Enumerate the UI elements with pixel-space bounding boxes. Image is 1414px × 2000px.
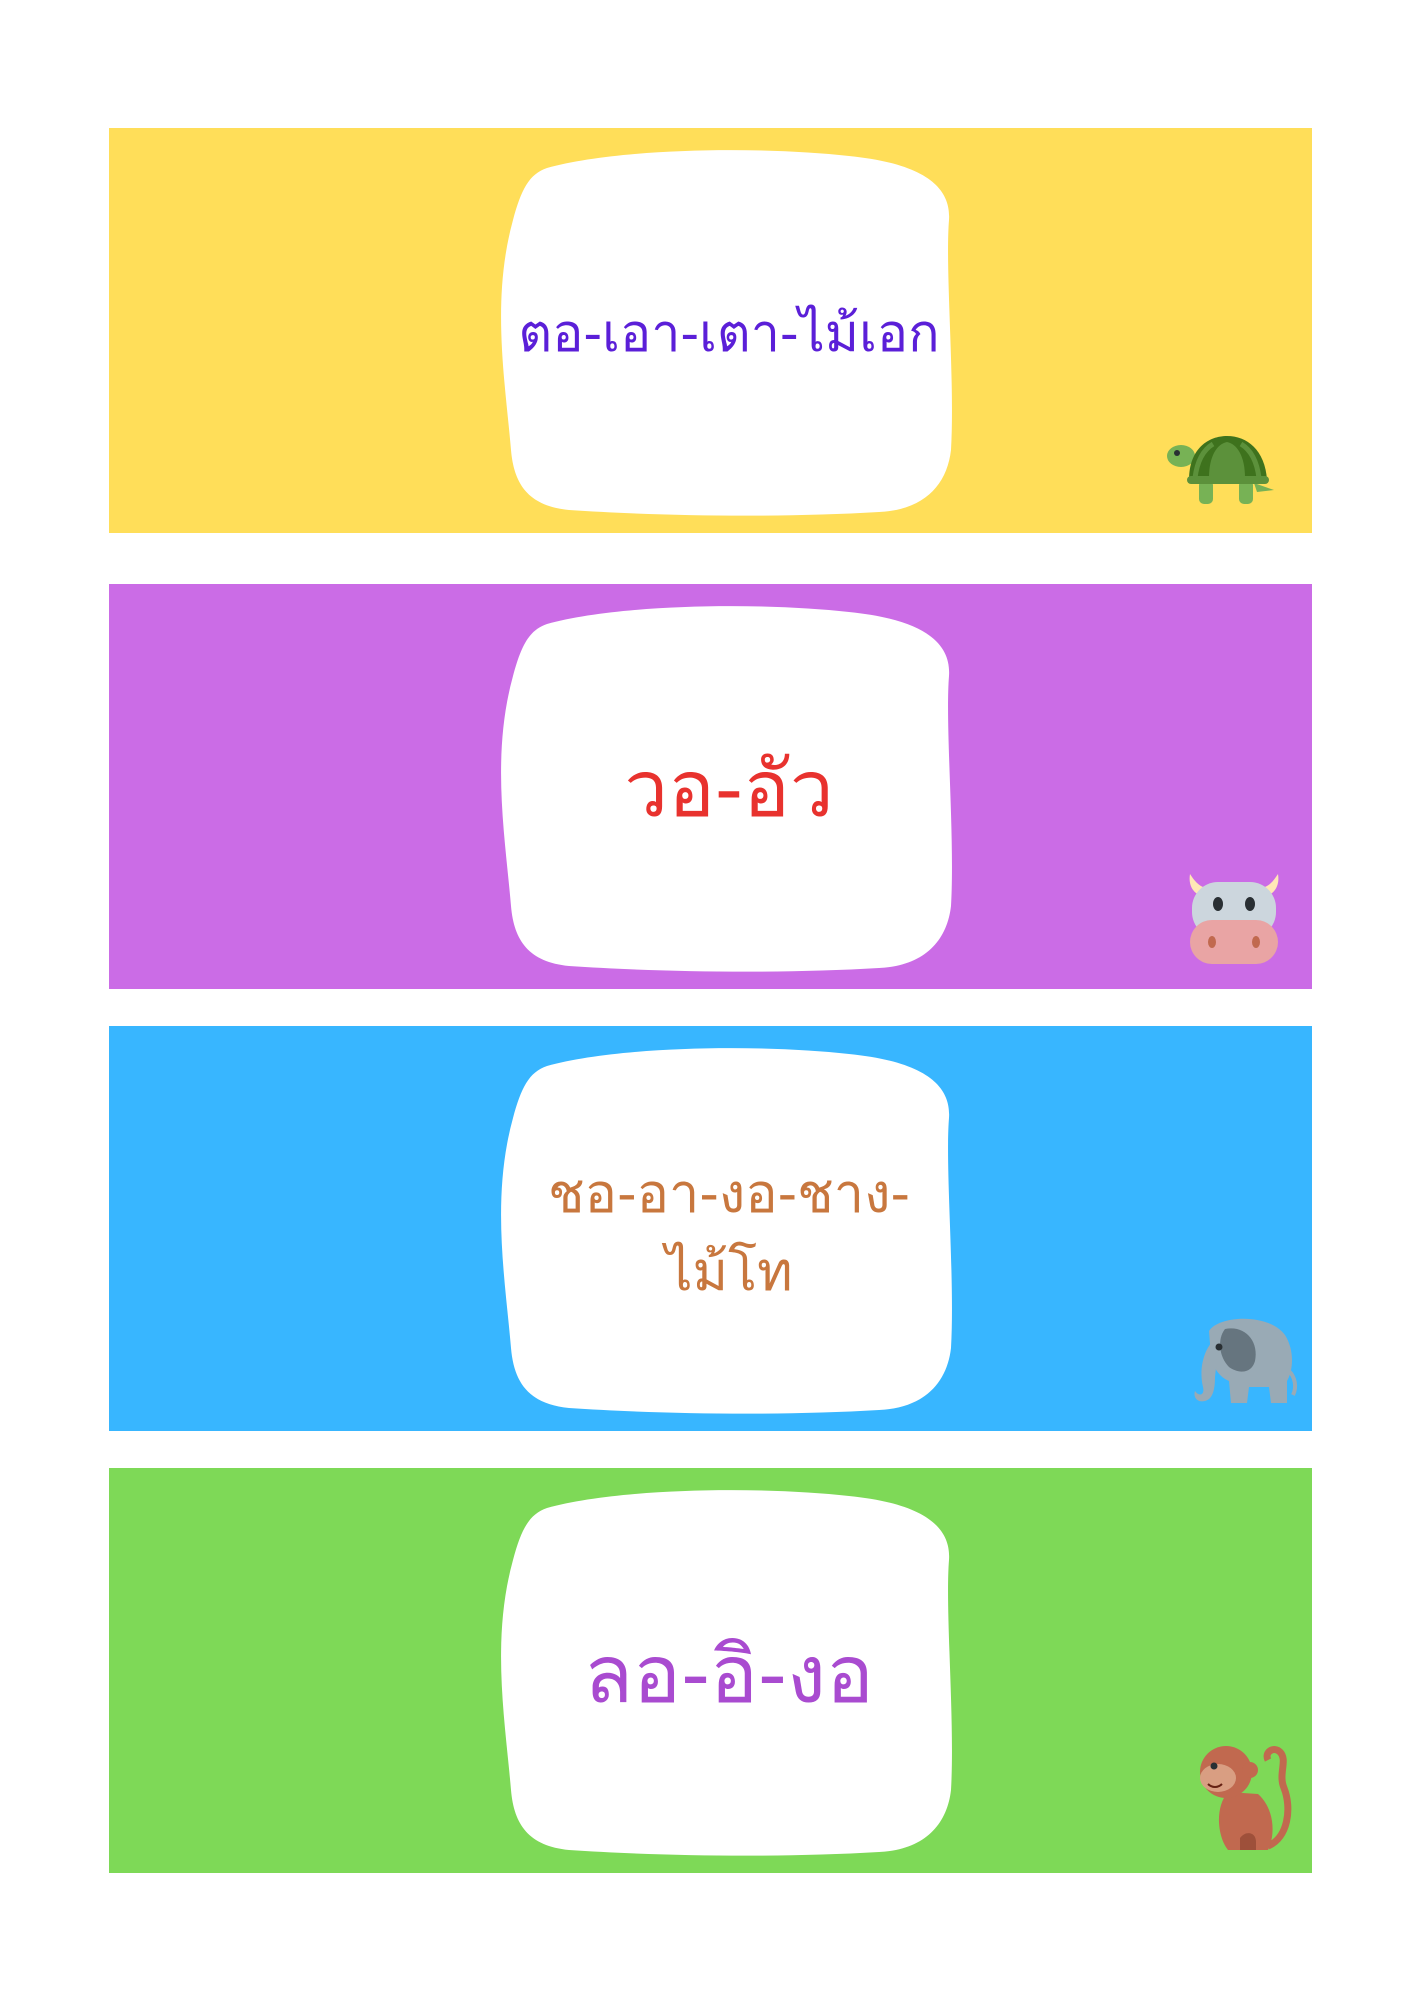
card-monkey: ลอ-อิ-งอ xyxy=(109,1468,1312,1873)
cow-icon xyxy=(1189,874,1279,964)
card-turtle: ตอ-เอา-เตา-ไม้เอก xyxy=(109,128,1312,533)
word-label: ชอ-อา-งอ-ชาง- ไม้โท xyxy=(548,1161,910,1303)
monkey-icon xyxy=(1200,1746,1292,1850)
elephant-icon xyxy=(1194,1318,1298,1403)
card-cow: วอ-อัว xyxy=(109,584,1312,989)
turtle-icon xyxy=(1167,436,1274,504)
word-label: ลอ-อิ-งอ xyxy=(584,1628,874,1721)
word-label: ตอ-เอา-เตา-ไม้เอก xyxy=(518,304,940,365)
word-label: วอ-อัว xyxy=(624,745,834,836)
card-elephant: ชอ-อา-งอ-ชาง- ไม้โท xyxy=(109,1026,1312,1431)
